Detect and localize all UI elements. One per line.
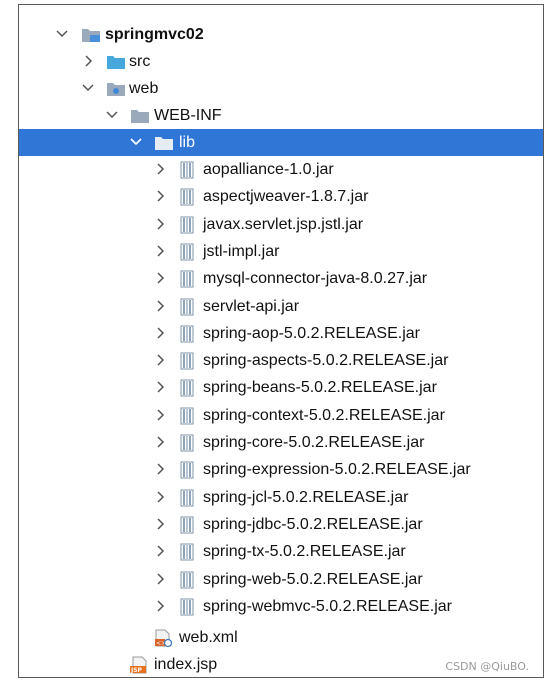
tree-node-jar[interactable]: spring-context-5.0.2.RELEASE.jar — [19, 402, 543, 429]
tree-node-label: spring-web-5.0.2.RELEASE.jar — [203, 570, 423, 588]
chevron-right-icon[interactable] — [153, 270, 167, 286]
tree-node-jar[interactable]: aspectjweaver-1.8.7.jar — [19, 183, 543, 210]
tree-node-jar[interactable]: spring-aop-5.0.2.RELEASE.jar — [19, 320, 543, 347]
tree-node-jar[interactable]: spring-tx-5.0.2.RELEASE.jar — [19, 538, 543, 565]
tree-node-label: lib — [179, 134, 196, 151]
jsp-file-icon: JSP — [129, 656, 147, 674]
tree-node-jar[interactable]: spring-jcl-5.0.2.RELEASE.jar — [19, 484, 543, 511]
jar-file-icon — [180, 352, 198, 370]
tree-node-lib[interactable]: lib — [19, 129, 543, 156]
tree-node-jar[interactable]: mysql-connector-java-8.0.27.jar — [19, 265, 543, 292]
chevron-right-icon[interactable] — [153, 188, 167, 204]
tree-node-label: javax.servlet.jsp.jstl.jar — [203, 215, 364, 233]
jar-file-icon — [180, 461, 198, 479]
chevron-down-icon[interactable] — [81, 80, 95, 96]
tree-node-web-xml[interactable]: <> web.xml — [19, 624, 543, 651]
tree-node-label: spring-core-5.0.2.RELEASE.jar — [203, 434, 425, 451]
jar-file-icon — [180, 571, 198, 588]
tree-node-label: index.jsp — [154, 656, 218, 673]
jar-file-icon — [180, 216, 198, 234]
chevron-right-icon[interactable] — [153, 216, 167, 232]
jar-file-icon — [180, 434, 198, 452]
project-folder-icon — [81, 27, 100, 43]
chevron-right-icon[interactable] — [153, 379, 167, 395]
jar-file-icon — [180, 379, 198, 397]
tree-node-jar[interactable]: spring-jdbc-5.0.2.RELEASE.jar — [19, 511, 543, 538]
tree-node-jar[interactable]: servlet-api.jar — [19, 293, 543, 320]
tree-node-label: spring-expression-5.0.2.RELEASE.jar — [203, 461, 471, 479]
tree-node-jar[interactable]: javax.servlet.jsp.jstl.jar — [19, 211, 543, 238]
tree-node-jar[interactable]: spring-core-5.0.2.RELEASE.jar — [19, 429, 543, 456]
jar-file-icon — [180, 298, 198, 315]
jar-file-icon — [180, 407, 198, 425]
tree-node-label: web — [129, 80, 159, 97]
chevron-right-icon[interactable] — [153, 489, 167, 505]
tree-node-label: src — [129, 53, 151, 70]
chevron-right-icon[interactable] — [153, 461, 167, 477]
tree-node-jar[interactable]: jstl-impl.jar — [19, 238, 543, 265]
tree-node-jar[interactable]: spring-expression-5.0.2.RELEASE.jar — [19, 456, 543, 483]
tree-node-label: spring-context-5.0.2.RELEASE.jar — [203, 406, 445, 424]
svg-text:JSP: JSP — [130, 667, 143, 674]
tree-node-src[interactable]: src — [19, 48, 543, 75]
chevron-right-icon[interactable] — [153, 243, 167, 259]
chevron-right-icon[interactable] — [81, 53, 95, 69]
tree-node-jar[interactable]: aopalliance-1.0.jar — [19, 156, 543, 183]
tree-node-label: spring-webmvc-5.0.2.RELEASE.jar — [203, 597, 452, 615]
tree-node-web-inf[interactable]: WEB-INF — [19, 102, 543, 129]
jar-file-icon — [180, 270, 198, 288]
chevron-down-icon[interactable] — [129, 134, 143, 150]
tree-node-label: aspectjweaver-1.8.7.jar — [203, 188, 369, 206]
tree-node-label: springmvc02 — [105, 26, 204, 43]
jar-file-icon — [180, 243, 198, 261]
tree-node-springmvc02[interactable]: springmvc02 — [19, 21, 543, 48]
tree-node-jar[interactable]: spring-beans-5.0.2.RELEASE.jar — [19, 374, 543, 401]
chevron-right-icon[interactable] — [153, 325, 167, 341]
chevron-right-icon[interactable] — [153, 543, 167, 559]
source-folder-icon — [106, 54, 125, 70]
chevron-right-icon[interactable] — [153, 598, 167, 614]
tree-node-label: jstl-impl.jar — [203, 242, 280, 260]
tree-node-label: spring-tx-5.0.2.RELEASE.jar — [203, 543, 406, 561]
jar-file-icon — [180, 489, 198, 507]
chevron-down-icon[interactable] — [105, 107, 119, 123]
jar-file-icon — [180, 516, 198, 534]
watermark-text: CSDN @QiuBO. — [445, 660, 529, 673]
chevron-right-icon[interactable] — [153, 571, 167, 587]
chevron-right-icon[interactable] — [153, 407, 167, 423]
tree-node-jar[interactable]: spring-aspects-5.0.2.RELEASE.jar — [19, 347, 543, 374]
tree-node-label: mysql-connector-java-8.0.27.jar — [203, 270, 428, 288]
tree-node-label: spring-jcl-5.0.2.RELEASE.jar — [203, 488, 409, 506]
tree-node-label: aopalliance-1.0.jar — [203, 161, 334, 178]
jar-file-icon — [180, 188, 198, 206]
chevron-right-icon[interactable] — [153, 352, 167, 368]
tree-node-jar[interactable]: spring-webmvc-5.0.2.RELEASE.jar — [19, 593, 543, 620]
tree-node-label: servlet-api.jar — [203, 297, 300, 315]
jar-file-icon — [180, 598, 198, 616]
chevron-right-icon[interactable] — [153, 161, 167, 177]
chevron-down-icon[interactable] — [55, 26, 69, 42]
tree-node-web[interactable]: web — [19, 75, 543, 102]
xml-file-icon: <> — [154, 629, 173, 648]
tree-node-label: spring-beans-5.0.2.RELEASE.jar — [203, 379, 437, 397]
folder-icon — [154, 135, 173, 151]
tree-node-label: spring-aop-5.0.2.RELEASE.jar — [203, 324, 420, 342]
tree-node-label: web.xml — [179, 629, 238, 646]
project-tree: springmvc02 src web WEB-INF lib aopallia… — [18, 4, 544, 678]
tree-node-jar[interactable]: spring-web-5.0.2.RELEASE.jar — [19, 566, 543, 593]
chevron-right-icon[interactable] — [153, 434, 167, 450]
web-folder-icon — [106, 81, 125, 97]
jar-file-icon — [180, 325, 198, 343]
tree-node-label: spring-jdbc-5.0.2.RELEASE.jar — [203, 515, 423, 533]
chevron-right-icon[interactable] — [153, 516, 167, 532]
jar-file-icon — [180, 161, 198, 179]
jar-file-icon — [180, 543, 198, 561]
tree-node-label: WEB-INF — [154, 107, 222, 124]
tree-node-label: spring-aspects-5.0.2.RELEASE.jar — [203, 352, 449, 370]
folder-icon — [130, 108, 149, 124]
chevron-right-icon[interactable] — [153, 298, 167, 314]
